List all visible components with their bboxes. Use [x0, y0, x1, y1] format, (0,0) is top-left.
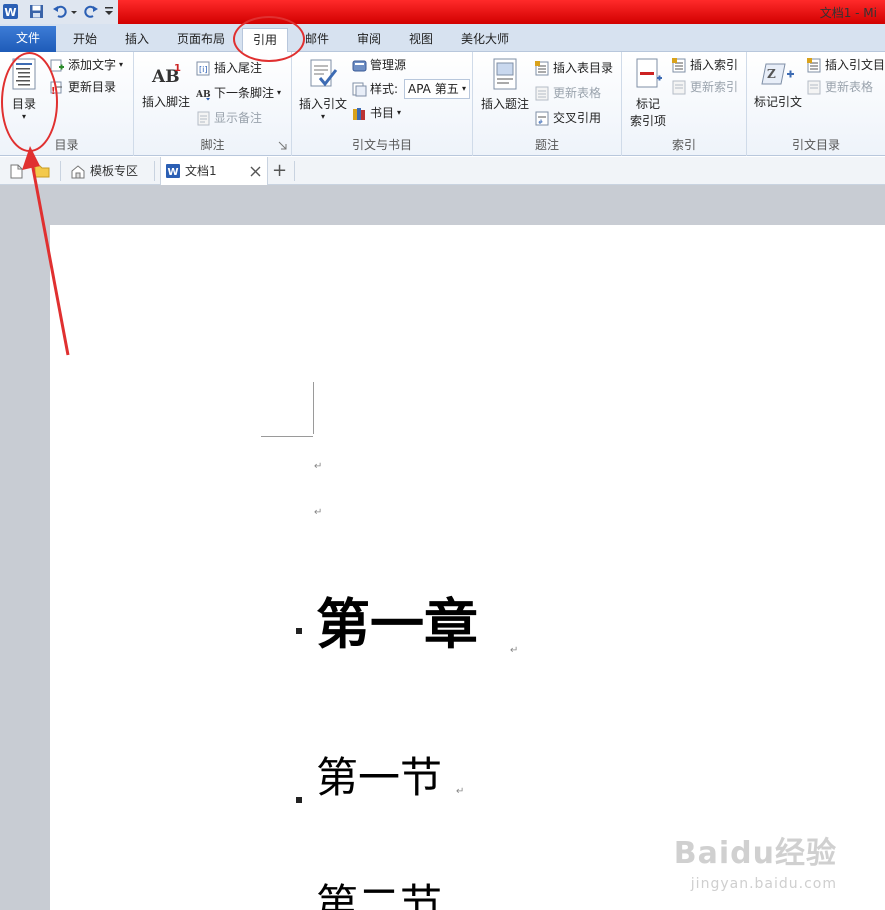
annotation-arrow — [22, 146, 70, 356]
